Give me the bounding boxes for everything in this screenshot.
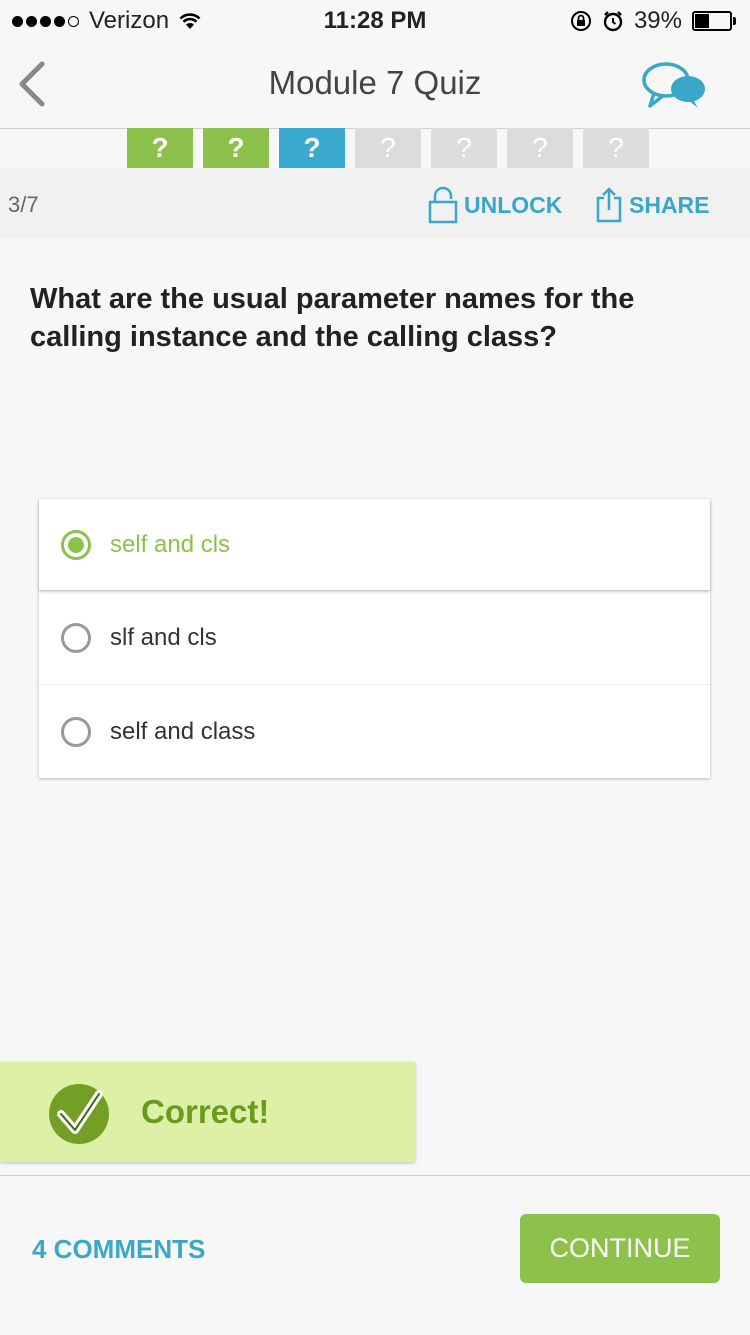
nav-bar: Module 7 Quiz <box>0 40 750 129</box>
radio-button[interactable] <box>61 622 91 653</box>
answer-option-3[interactable]: self and class <box>39 684 710 778</box>
answer-label: self and cls <box>110 530 231 558</box>
share-button[interactable]: SHARE <box>595 186 710 224</box>
progress-item-1[interactable]: ? <box>127 128 193 168</box>
lock-icon <box>428 186 458 224</box>
question-text: What are the usual parameter names for t… <box>30 283 635 353</box>
status-right: 39% <box>570 7 736 35</box>
answer-option-2[interactable]: slf and cls <box>39 590 710 684</box>
feedback-banner: Correct! <box>0 1062 415 1162</box>
continue-button[interactable]: CONTINUE <box>520 1214 720 1283</box>
question-counter: 3/7 <box>8 192 39 217</box>
progress-item-5[interactable]: ? <box>431 128 497 168</box>
alarm-icon <box>603 11 623 32</box>
footer-bar: 4 COMMENTS CONTINUE <box>0 1175 750 1335</box>
radio-button-selected[interactable] <box>61 529 91 560</box>
page-title: Module 7 Quiz <box>268 64 482 101</box>
battery-percent: 39% <box>633 7 682 34</box>
answer-label: slf and cls <box>110 623 217 651</box>
progress-item-7[interactable]: ? <box>583 128 649 168</box>
status-bar: Verizon 11:28 PM 39% <box>0 0 750 40</box>
share-icon <box>596 187 622 223</box>
quiz-meta-bar: 3/7 UNLOCK SHARE <box>0 168 750 238</box>
answer-option-1[interactable]: self and cls <box>39 499 710 590</box>
question-progress: ? ? ? ? ? ? ? <box>127 128 649 168</box>
progress-item-3[interactable]: ? <box>279 128 345 168</box>
radio-button[interactable] <box>61 716 91 747</box>
rotation-lock-icon <box>570 11 591 31</box>
progress-item-4[interactable]: ? <box>355 128 421 168</box>
answer-list: self and cls slf and cls self and class <box>39 499 710 778</box>
comments-link[interactable]: 4 COMMENTS <box>32 1234 205 1265</box>
unlock-label: UNLOCK <box>464 191 563 218</box>
unlock-button[interactable]: UNLOCK <box>428 186 562 224</box>
progress-item-2[interactable]: ? <box>203 128 269 168</box>
feedback-text: Correct! <box>141 1093 270 1130</box>
progress-item-6[interactable]: ? <box>507 128 573 168</box>
checkmark-icon <box>49 1084 109 1144</box>
answer-label: self and class <box>110 717 256 745</box>
battery-icon <box>692 11 736 31</box>
share-label: SHARE <box>629 191 710 218</box>
chat-bubbles-icon[interactable] <box>640 60 710 112</box>
